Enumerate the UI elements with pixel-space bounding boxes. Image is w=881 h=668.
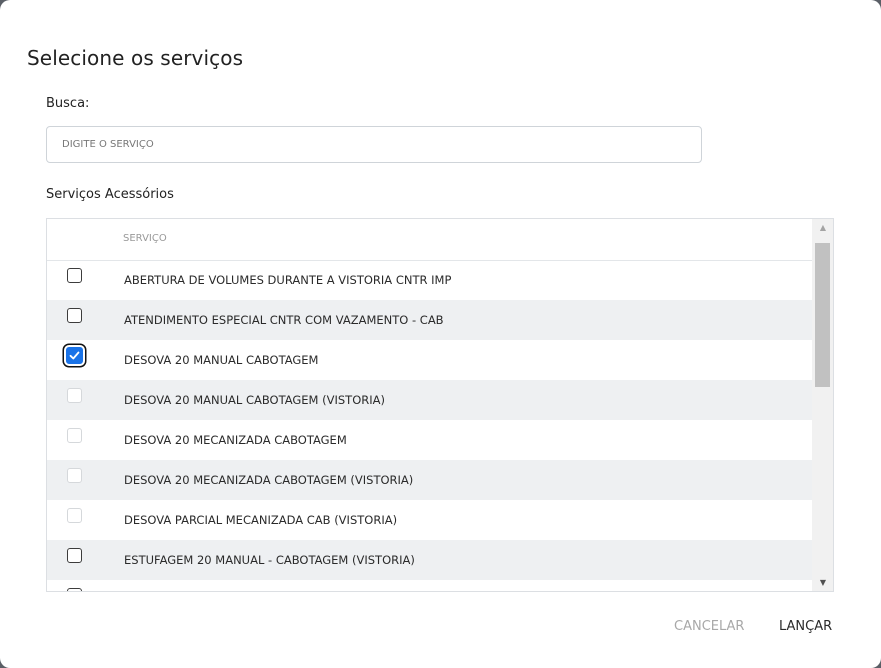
row-label: DESOVA 20 MECANIZADA CABOTAGEM bbox=[124, 433, 347, 447]
table-row[interactable]: DESOVA 20 MECANIZADA CABOTAGEM (VISTORIA… bbox=[47, 460, 812, 500]
checkbox bbox=[67, 388, 82, 403]
search-label: Busca: bbox=[46, 96, 90, 111]
row-label: DESOVA 20 MECANIZADA CABOTAGEM (VISTORIA… bbox=[124, 473, 414, 487]
checkbox-checked[interactable] bbox=[66, 347, 83, 364]
checkbox bbox=[67, 508, 82, 523]
section-label: Serviços Acessórios bbox=[46, 187, 174, 202]
dialog-title: Selecione os serviços bbox=[27, 46, 244, 70]
row-label: ATENDIMENTO ESPECIAL CNTR COM VAZAMENTO … bbox=[124, 313, 444, 327]
row-label: DESOVA PARCIAL MECANIZADA CAB (VISTORIA) bbox=[124, 513, 398, 527]
select-services-dialog: Selecione os serviços Busca: Serviços Ac… bbox=[0, 0, 881, 668]
table-row[interactable]: DESOVA 20 MANUAL CABOTAGEM (VISTORIA) bbox=[47, 380, 812, 420]
checkbox[interactable] bbox=[67, 268, 82, 283]
checkbox[interactable] bbox=[67, 588, 82, 591]
row-label: DESOVA 20 MANUAL CABOTAGEM bbox=[124, 353, 319, 367]
table-row[interactable]: ATENDIMENTO ESPECIAL CNTR COM VAZAMENTO … bbox=[47, 300, 812, 340]
table-header: SERVIÇO bbox=[47, 219, 812, 261]
scrollbar[interactable]: ▲ ▼ bbox=[812, 219, 833, 591]
row-label: ESTUFAGEM 20 MANUAL - CABOTAGEM (VISTORI… bbox=[124, 553, 415, 567]
table-row[interactable] bbox=[47, 580, 812, 591]
checkbox[interactable] bbox=[67, 548, 82, 563]
row-label: DESOVA 20 MANUAL CABOTAGEM (VISTORIA) bbox=[124, 393, 385, 407]
scroll-down-arrow-icon[interactable]: ▼ bbox=[812, 574, 833, 591]
row-label: ABERTURA DE VOLUMES DURANTE A VISTORIA C… bbox=[124, 273, 452, 287]
checkbox bbox=[67, 468, 82, 483]
table-row[interactable]: DESOVA PARCIAL MECANIZADA CAB (VISTORIA) bbox=[47, 500, 812, 540]
column-header-service: SERVIÇO bbox=[123, 233, 167, 244]
checkbox[interactable] bbox=[67, 308, 82, 323]
table-row[interactable]: ESTUFAGEM 20 MANUAL - CABOTAGEM (VISTORI… bbox=[47, 540, 812, 580]
search-input[interactable] bbox=[46, 126, 702, 163]
check-icon bbox=[69, 351, 80, 360]
cancel-button[interactable]: CANCELAR bbox=[674, 619, 744, 634]
launch-button[interactable]: LANÇAR bbox=[779, 619, 832, 634]
scroll-up-arrow-icon[interactable]: ▲ bbox=[812, 219, 833, 236]
services-table: SERVIÇO ABERTURA DE VOLUMES DURANTE A VI… bbox=[46, 218, 834, 592]
table-body: ABERTURA DE VOLUMES DURANTE A VISTORIA C… bbox=[47, 260, 812, 591]
scroll-thumb[interactable] bbox=[815, 243, 830, 387]
checkbox bbox=[67, 428, 82, 443]
table-row[interactable]: ABERTURA DE VOLUMES DURANTE A VISTORIA C… bbox=[47, 260, 812, 300]
table-row[interactable]: DESOVA 20 MECANIZADA CABOTAGEM bbox=[47, 420, 812, 460]
table-row[interactable]: DESOVA 20 MANUAL CABOTAGEM bbox=[47, 340, 812, 380]
